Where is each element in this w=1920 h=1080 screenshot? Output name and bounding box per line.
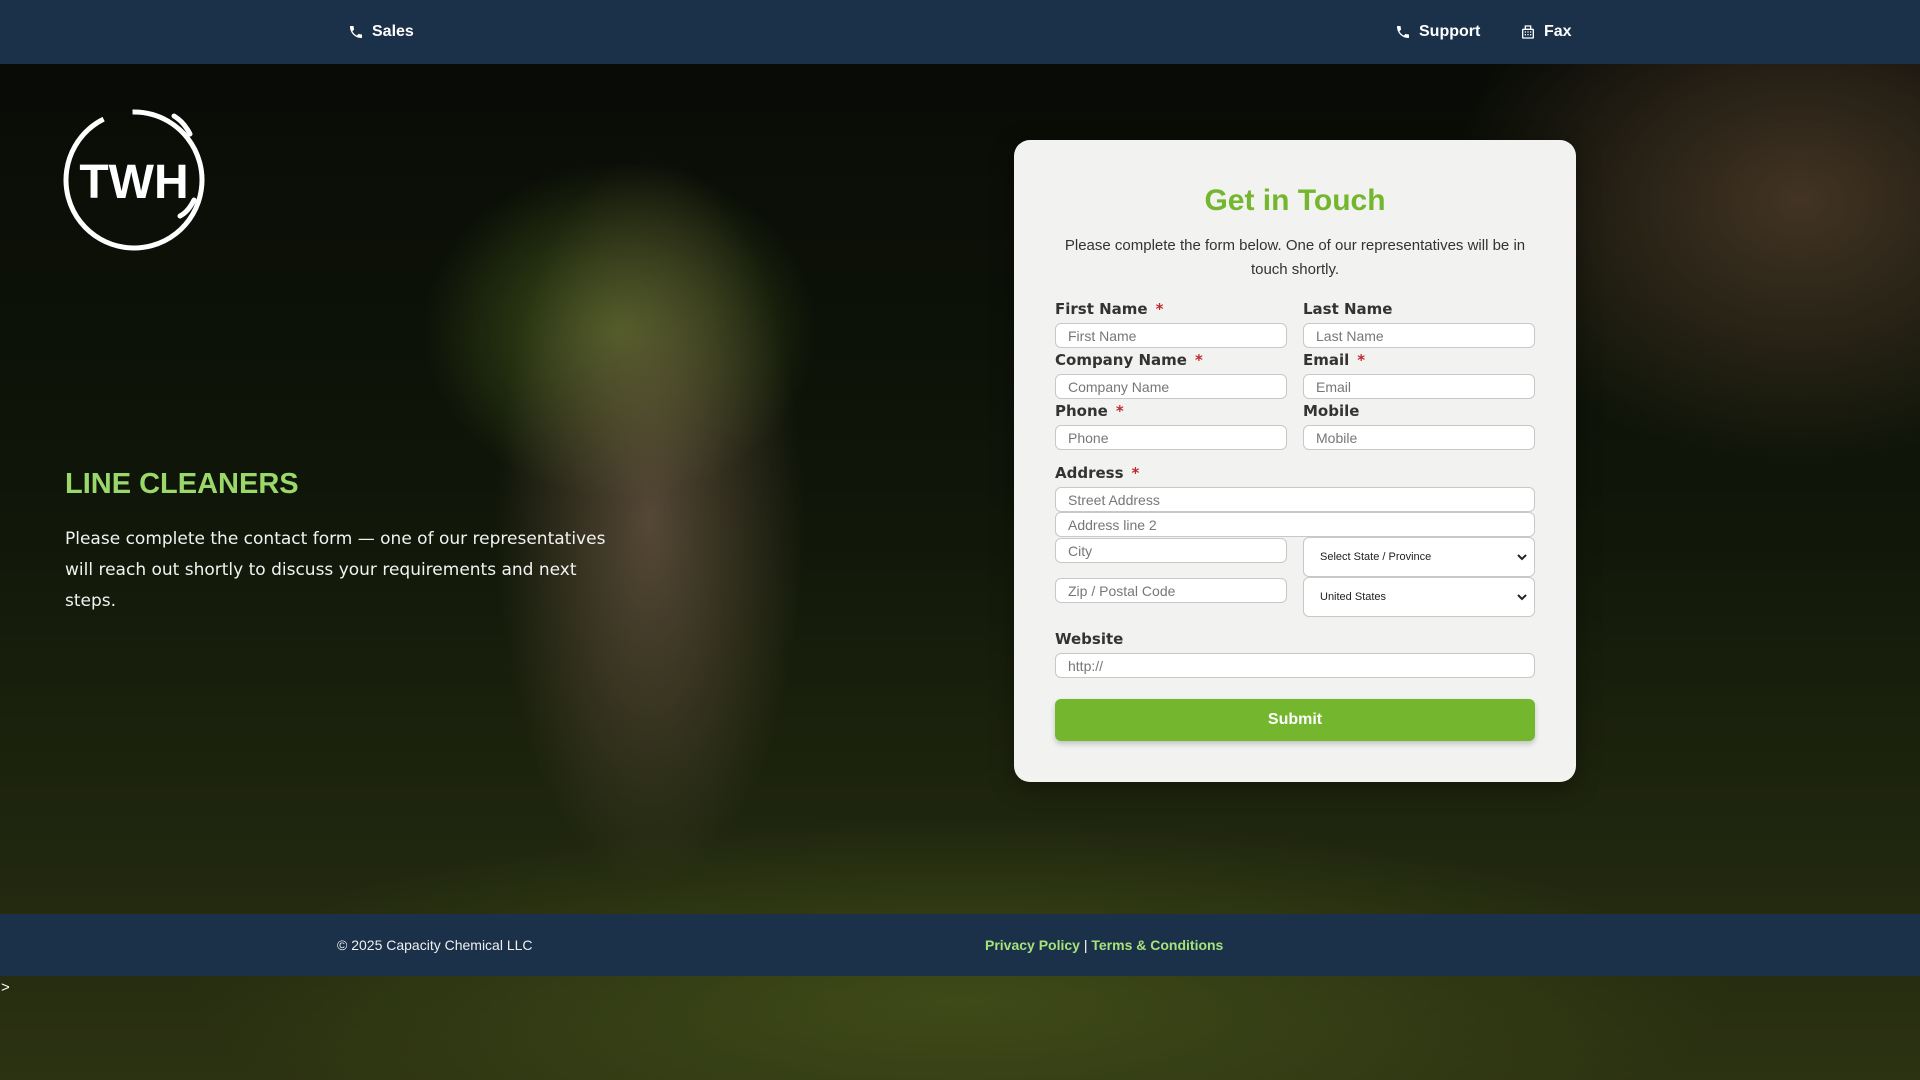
terms-conditions-link[interactable]: Terms & Conditions	[1091, 937, 1223, 953]
required-marker: *	[1155, 300, 1164, 318]
phone-label: Phone *	[1055, 402, 1124, 420]
country-select[interactable]: United States	[1303, 577, 1535, 617]
first-name-label: First Name *	[1055, 300, 1164, 318]
state-province-value: Select State / Province	[1320, 551, 1432, 563]
stray-caret-text: >	[1, 979, 10, 996]
state-province-select[interactable]: Select State / Province	[1303, 537, 1535, 577]
top-bar: Sales Support Fax	[0, 0, 1920, 64]
support-label: Support	[1419, 23, 1481, 40]
city-input[interactable]	[1055, 538, 1287, 563]
fax-icon	[1522, 25, 1534, 39]
hero-description: Please complete the contact form — one o…	[65, 529, 606, 611]
footer-separator: |	[1083, 937, 1088, 953]
chevron-down-icon	[1517, 554, 1527, 561]
contact-form-card: Get in Touch Please complete the form be…	[1014, 140, 1576, 782]
company-name-input[interactable]	[1055, 374, 1287, 399]
support-link[interactable]: Support	[1395, 0, 1480, 64]
address-line2-input[interactable]	[1055, 512, 1535, 537]
address-label: Address *	[1055, 464, 1140, 482]
sales-label: Sales	[372, 23, 414, 40]
privacy-policy-link[interactable]: Privacy Policy	[985, 937, 1080, 953]
logo-text: TWH	[79, 156, 188, 209]
submit-button[interactable]: Submit	[1055, 699, 1535, 741]
hero-title: LINE CLEANERS	[65, 468, 299, 500]
mobile-label: Mobile	[1303, 402, 1360, 420]
required-marker: *	[1115, 402, 1124, 420]
fax-link[interactable]: Fax	[1520, 0, 1572, 64]
footer: © 2025 Capacity Chemical LLC Privacy Pol…	[0, 914, 1920, 976]
chevron-down-icon	[1517, 594, 1527, 601]
mobile-input[interactable]	[1303, 425, 1535, 450]
phone-icon	[350, 26, 362, 38]
website-label: Website	[1055, 630, 1124, 648]
email-input[interactable]	[1303, 374, 1535, 399]
footer-links: Privacy Policy | Terms & Conditions	[985, 937, 1223, 953]
last-name-label: Last Name	[1303, 300, 1393, 318]
phone-icon	[1397, 26, 1409, 38]
required-marker: *	[1194, 351, 1203, 369]
required-marker: *	[1131, 464, 1140, 482]
street-address-input[interactable]	[1055, 487, 1535, 512]
last-name-input[interactable]	[1303, 323, 1535, 348]
form-subtitle: Please complete the form below. One of o…	[1064, 237, 1526, 278]
email-label: Email *	[1303, 351, 1366, 369]
company-name-label: Company Name *	[1055, 351, 1203, 369]
form-title: Get in Touch	[1204, 184, 1386, 217]
copyright-text: © 2025 Capacity Chemical LLC	[337, 937, 533, 953]
zip-postal-code-input[interactable]	[1055, 578, 1287, 603]
first-name-input[interactable]	[1055, 323, 1287, 348]
phone-input[interactable]	[1055, 425, 1287, 450]
website-input[interactable]	[1055, 653, 1535, 678]
fax-label: Fax	[1544, 23, 1572, 40]
required-marker: *	[1357, 351, 1366, 369]
country-value: United States	[1320, 591, 1387, 603]
sales-link[interactable]: Sales	[348, 0, 414, 64]
twh-logo[interactable]: TWH	[54, 106, 214, 254]
